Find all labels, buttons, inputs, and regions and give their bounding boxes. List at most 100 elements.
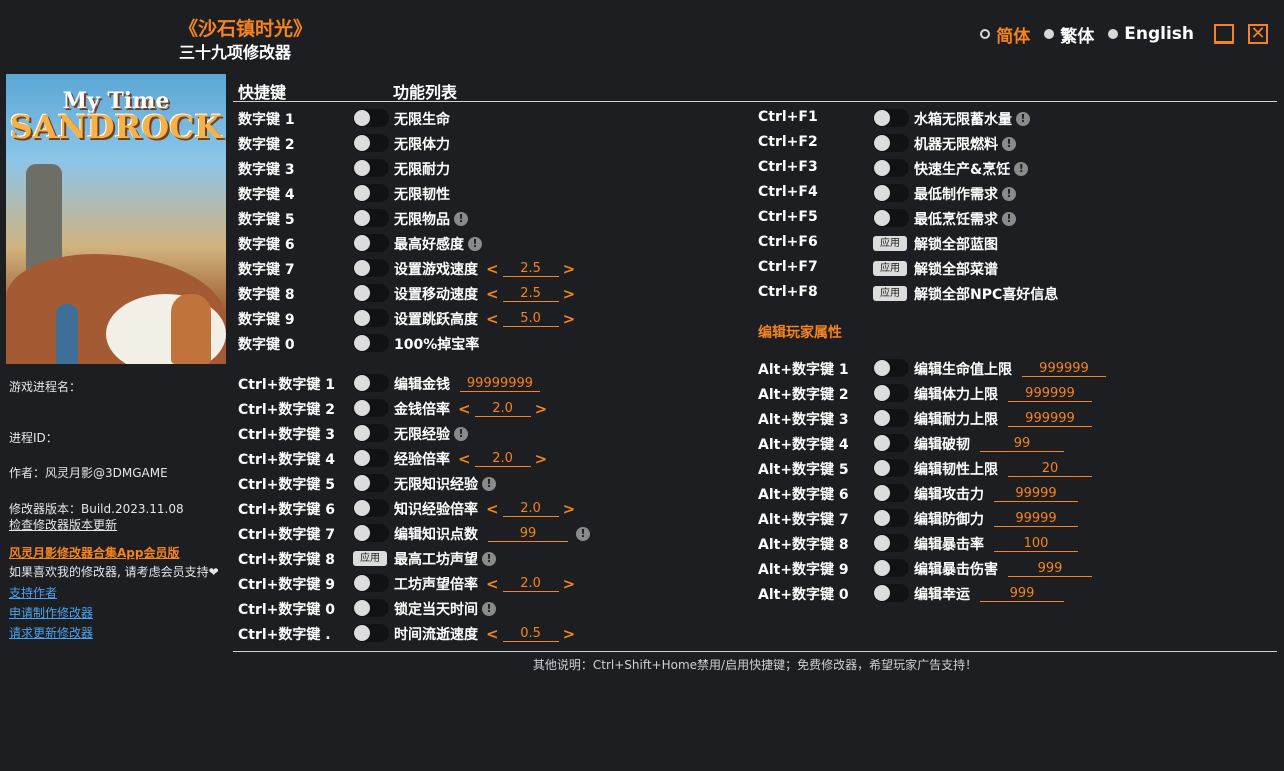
stepper-value[interactable]: 5.0 (502, 311, 559, 327)
feature-toggle[interactable] (353, 234, 389, 252)
value-input[interactable]: 99 (980, 436, 1064, 452)
value-input[interactable]: 999999 (1008, 386, 1092, 402)
feature-row: 无限韧性 (394, 184, 450, 204)
apply-button[interactable]: 应用 (873, 261, 907, 276)
feature-toggle[interactable] (353, 424, 389, 442)
feature-toggle[interactable] (873, 134, 909, 152)
increase-arrow-icon[interactable]: > (563, 285, 576, 303)
lang-option-english[interactable]: English (1108, 24, 1194, 44)
feature-toggle[interactable] (873, 509, 909, 527)
feature-toggle[interactable] (353, 474, 389, 492)
value-input[interactable]: 99 (488, 526, 568, 542)
value-input[interactable]: 99999999 (460, 376, 540, 392)
feature-toggle[interactable] (353, 309, 389, 327)
hotkey-label: Alt+数字键 5 (758, 462, 849, 478)
radio-icon[interactable] (1044, 29, 1055, 39)
app-promo-link[interactable]: 风灵月影修改器合集App会员版 (9, 544, 179, 561)
lang-option-simplified[interactable]: 简体 (980, 22, 1030, 47)
decrease-arrow-icon[interactable]: < (486, 575, 499, 593)
feature-toggle[interactable] (353, 374, 389, 392)
feature-toggle[interactable] (353, 284, 389, 302)
footer-note: 其他说明：Ctrl+Shift+Home禁用/启用快捷键；免费修改器，希望玩家广… (532, 658, 978, 672)
decrease-arrow-icon[interactable]: < (458, 450, 471, 468)
feature-toggle[interactable] (353, 184, 389, 202)
feature-toggle[interactable] (353, 624, 389, 642)
increase-arrow-icon[interactable]: > (535, 400, 548, 418)
close-icon[interactable]: ✕ (1248, 24, 1268, 44)
increase-arrow-icon[interactable]: > (563, 500, 576, 518)
feature-toggle[interactable] (353, 209, 389, 227)
feature-toggle[interactable] (873, 434, 909, 452)
feature-toggle[interactable] (353, 159, 389, 177)
feature-toggle[interactable] (353, 134, 389, 152)
value-input[interactable]: 99999 (994, 511, 1078, 527)
radio-selected-icon[interactable] (980, 29, 991, 39)
lang-option-traditional[interactable]: 繁体 (1044, 22, 1094, 47)
increase-arrow-icon[interactable]: > (563, 260, 576, 278)
feature-toggle[interactable] (873, 409, 909, 427)
feature-toggle[interactable] (873, 559, 909, 577)
lang-label[interactable]: English (1124, 24, 1194, 44)
apply-button[interactable]: 应用 (353, 551, 387, 566)
increase-arrow-icon[interactable]: > (563, 575, 576, 593)
feature-toggle[interactable] (873, 384, 909, 402)
feature-toggle[interactable] (353, 449, 389, 467)
value-input[interactable]: 999 (980, 586, 1064, 602)
feature-toggle[interactable] (353, 399, 389, 417)
feature-toggle[interactable] (353, 334, 389, 352)
request-trainer-link[interactable]: 申请制作修改器 (9, 604, 93, 621)
stepper-value[interactable]: 2.0 (502, 501, 559, 517)
check-update-link[interactable]: 检查修改器版本更新 (9, 516, 117, 533)
decrease-arrow-icon[interactable]: < (486, 625, 499, 643)
feature-row: 编辑防御力 99999 (914, 509, 1078, 529)
minimize-icon[interactable] (1214, 24, 1234, 44)
increase-arrow-icon[interactable]: > (563, 625, 576, 643)
hotkey-label: Ctrl+数字键 4 (238, 452, 336, 468)
stepper-value[interactable]: 2.5 (502, 261, 559, 277)
value-input[interactable]: 999999 (1022, 361, 1106, 377)
stepper-value[interactable]: 2.0 (474, 451, 531, 467)
lang-label[interactable]: 简体 (996, 22, 1030, 47)
decrease-arrow-icon[interactable]: < (486, 500, 499, 518)
decrease-arrow-icon[interactable]: < (486, 260, 499, 278)
decrease-arrow-icon[interactable]: < (486, 285, 499, 303)
apply-button[interactable]: 应用 (873, 286, 907, 301)
hotkey-label: Ctrl+数字键 5 (238, 477, 336, 493)
feature-toggle[interactable] (873, 159, 909, 177)
decrease-arrow-icon[interactable]: < (458, 400, 471, 418)
feature-toggle[interactable] (353, 499, 389, 517)
feature-toggle[interactable] (873, 584, 909, 602)
radio-icon[interactable] (1108, 29, 1119, 39)
feature-toggle[interactable] (353, 574, 389, 592)
feature-toggle[interactable] (873, 459, 909, 477)
warning-icon: ! (482, 477, 496, 491)
feature-toggle[interactable] (873, 534, 909, 552)
value-input[interactable]: 100 (994, 536, 1078, 552)
increase-arrow-icon[interactable]: > (563, 310, 576, 328)
feature-toggle[interactable] (873, 209, 909, 227)
stepper-value[interactable]: 2.0 (474, 401, 531, 417)
value-input[interactable]: 20 (1008, 461, 1092, 477)
feature-toggle[interactable] (353, 109, 389, 127)
support-author-link[interactable]: 支持作者 (9, 584, 57, 601)
stepper-value[interactable]: 2.5 (502, 286, 559, 302)
feature-toggle[interactable] (873, 109, 909, 127)
feature-toggle[interactable] (873, 484, 909, 502)
feature-toggle[interactable] (873, 184, 909, 202)
game-cover-image: My Time SANDROCK (6, 74, 226, 364)
decrease-arrow-icon[interactable]: < (486, 310, 499, 328)
increase-arrow-icon[interactable]: > (535, 450, 548, 468)
request-update-link[interactable]: 请求更新修改器 (9, 624, 93, 641)
hotkey-label: Ctrl+F6 (758, 234, 818, 250)
lang-label[interactable]: 繁体 (1060, 22, 1094, 47)
value-input[interactable]: 999 (1008, 561, 1092, 577)
stepper-value[interactable]: 0.5 (502, 626, 559, 642)
apply-button[interactable]: 应用 (873, 236, 907, 251)
feature-toggle[interactable] (353, 524, 389, 542)
value-input[interactable]: 99999 (994, 486, 1078, 502)
feature-toggle[interactable] (873, 359, 909, 377)
value-input[interactable]: 999999 (1008, 411, 1092, 427)
feature-toggle[interactable] (353, 599, 389, 617)
feature-toggle[interactable] (353, 259, 389, 277)
stepper-value[interactable]: 2.0 (502, 576, 559, 592)
